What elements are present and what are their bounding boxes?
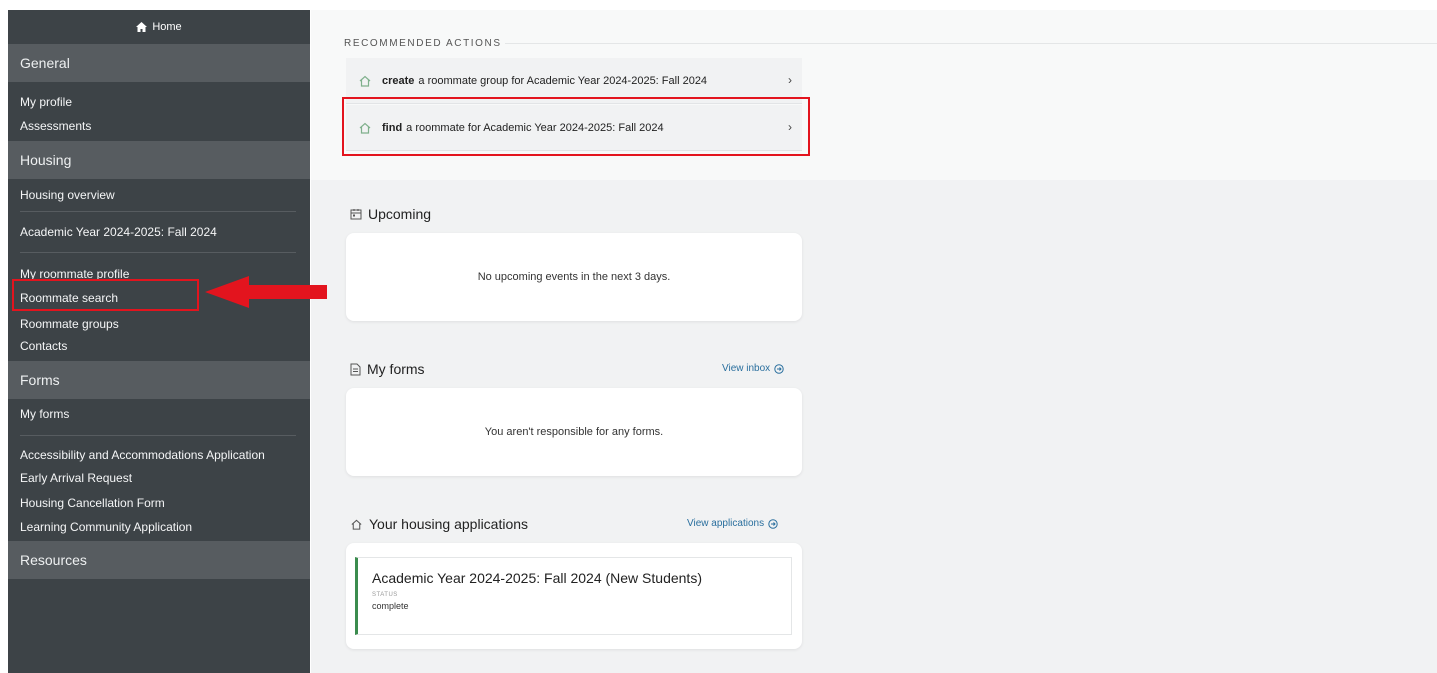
document-icon (350, 363, 361, 375)
application-item[interactable]: Academic Year 2024-2025: Fall 2024 (New … (355, 557, 792, 635)
sidebar-item-term[interactable]: Academic Year 2024-2025: Fall 2024 (8, 212, 310, 252)
house-icon (359, 75, 371, 87)
view-applications-link[interactable]: View applications (687, 518, 778, 529)
my-forms-title: My forms (350, 361, 425, 377)
sidebar-item-my-profile[interactable]: My profile (8, 89, 310, 115)
section-header-resources[interactable]: Resources (8, 541, 310, 579)
section-header-general: General (8, 44, 310, 82)
upcoming-empty-message: No upcoming events in the next 3 days. (477, 271, 671, 283)
my-forms-title-text: My forms (367, 361, 425, 377)
sidebar: Home General My profile Assessments Hous… (8, 10, 310, 673)
house-icon (351, 519, 362, 530)
upcoming-card: No upcoming events in the next 3 days. (346, 233, 802, 321)
action-text: a roommate group for Academic Year 2024-… (418, 74, 708, 87)
my-forms-empty-message: You aren't responsible for any forms. (484, 426, 664, 438)
upcoming-title: Upcoming (350, 206, 431, 222)
application-status: complete (372, 601, 409, 611)
home-icon (136, 22, 148, 32)
view-applications-label: View applications (687, 518, 765, 529)
arrow-circle-icon (768, 518, 778, 529)
annotation-arrow-icon (205, 276, 327, 308)
upcoming-title-text: Upcoming (368, 206, 432, 222)
calendar-icon (350, 209, 362, 220)
sidebar-item-early-arrival[interactable]: Early Arrival Request (8, 468, 310, 493)
highlight-box-find-roommate (342, 97, 810, 156)
housing-applications-title-text: Your housing applications (369, 516, 529, 532)
housing-applications-title: Your housing applications (350, 516, 528, 532)
sidebar-item-contacts[interactable]: Contacts (8, 339, 310, 361)
sidebar-item-roommate-groups[interactable]: Roommate groups (8, 313, 310, 339)
sidebar-item-housing-overview[interactable]: Housing overview (8, 179, 310, 211)
chevron-right-icon: › (788, 73, 792, 87)
recommended-actions-title: RECOMMENDED ACTIONS (344, 38, 502, 49)
page: Home General My profile Assessments Hous… (0, 0, 1437, 673)
divider-line (505, 43, 1437, 44)
view-inbox-link[interactable]: View inbox (722, 363, 784, 374)
sidebar-item-learning-community[interactable]: Learning Community Application (8, 518, 310, 541)
section-header-housing: Housing (8, 141, 310, 179)
action-verb: create (382, 74, 415, 87)
home-link[interactable]: Home (8, 10, 310, 44)
home-label: Home (152, 21, 182, 33)
application-status-label: STATUS (372, 592, 398, 598)
highlight-box-roommate-search (12, 279, 199, 311)
section-header-forms: Forms (8, 361, 310, 399)
sidebar-item-my-forms[interactable]: My forms (8, 399, 310, 435)
application-title: Academic Year 2024-2025: Fall 2024 (New … (372, 570, 702, 586)
sidebar-item-accessibility-application[interactable]: Accessibility and Accommodations Applica… (8, 442, 310, 468)
sidebar-item-assessments[interactable]: Assessments (8, 115, 310, 141)
arrow-circle-icon (774, 363, 784, 374)
sidebar-item-cancellation-form[interactable]: Housing Cancellation Form (8, 493, 310, 518)
my-forms-card: You aren't responsible for any forms. (346, 388, 802, 476)
view-inbox-label: View inbox (722, 363, 771, 374)
